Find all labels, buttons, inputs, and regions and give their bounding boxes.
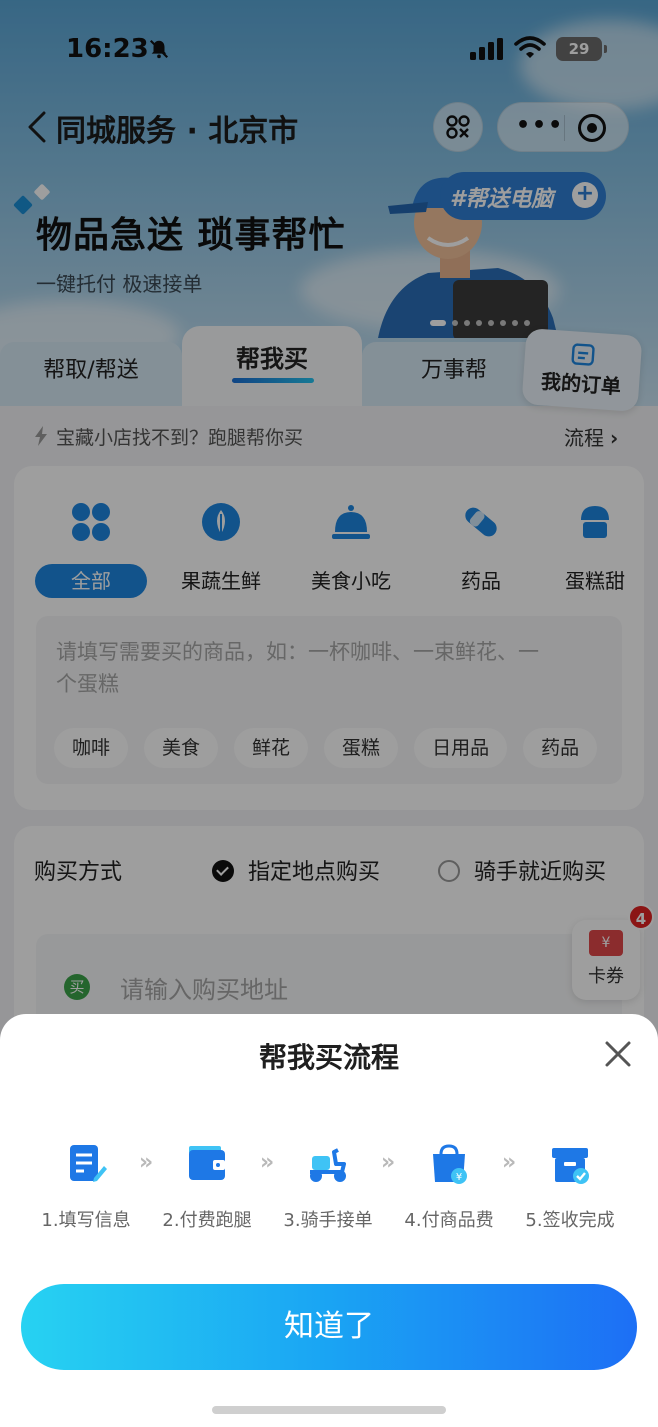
arrow-right-icon: » [139,1150,153,1175]
got-it-button[interactable]: 知道了 [21,1284,637,1370]
arrow-right-icon: » [260,1150,274,1175]
close-icon[interactable] [600,1036,636,1072]
step-label: 4.付商品费 [404,1210,494,1231]
shopping-bag-icon: ¥ [433,1144,467,1184]
arrow-right-icon: » [381,1150,395,1175]
step-pay-goods: ¥ 4.付商品费 [394,1142,504,1232]
arrow-right-icon: » [502,1150,516,1175]
process-steps: 1.填写信息 » 2.付费跑腿 » 3.骑手接单 » ¥ 4.付商品费 » 5.… [0,1142,658,1242]
step-label: 3.骑手接单 [283,1210,373,1231]
step-fill-info: 1.填写信息 [31,1142,141,1232]
step-pay-errand: 2.付费跑腿 [152,1142,262,1232]
sheet-title: 帮我买流程 [258,1041,399,1074]
form-edit-icon [70,1145,107,1182]
home-indicator [212,1406,446,1414]
wallet-icon [189,1146,225,1180]
step-label: 1.填写信息 [41,1210,131,1231]
svg-text:¥: ¥ [456,1172,462,1183]
step-sign-complete: 5.签收完成 [515,1142,625,1232]
box-check-icon [552,1148,589,1184]
step-label: 5.签收完成 [525,1210,615,1231]
scooter-icon [310,1148,346,1182]
step-label: 2.付费跑腿 [162,1210,252,1231]
process-sheet: 帮我买流程 1.填写信息 » 2.付费跑腿 » 3.骑手接单 » ¥ 4.付商品… [0,1014,658,1427]
step-rider-accept: 3.骑手接单 [273,1142,383,1232]
